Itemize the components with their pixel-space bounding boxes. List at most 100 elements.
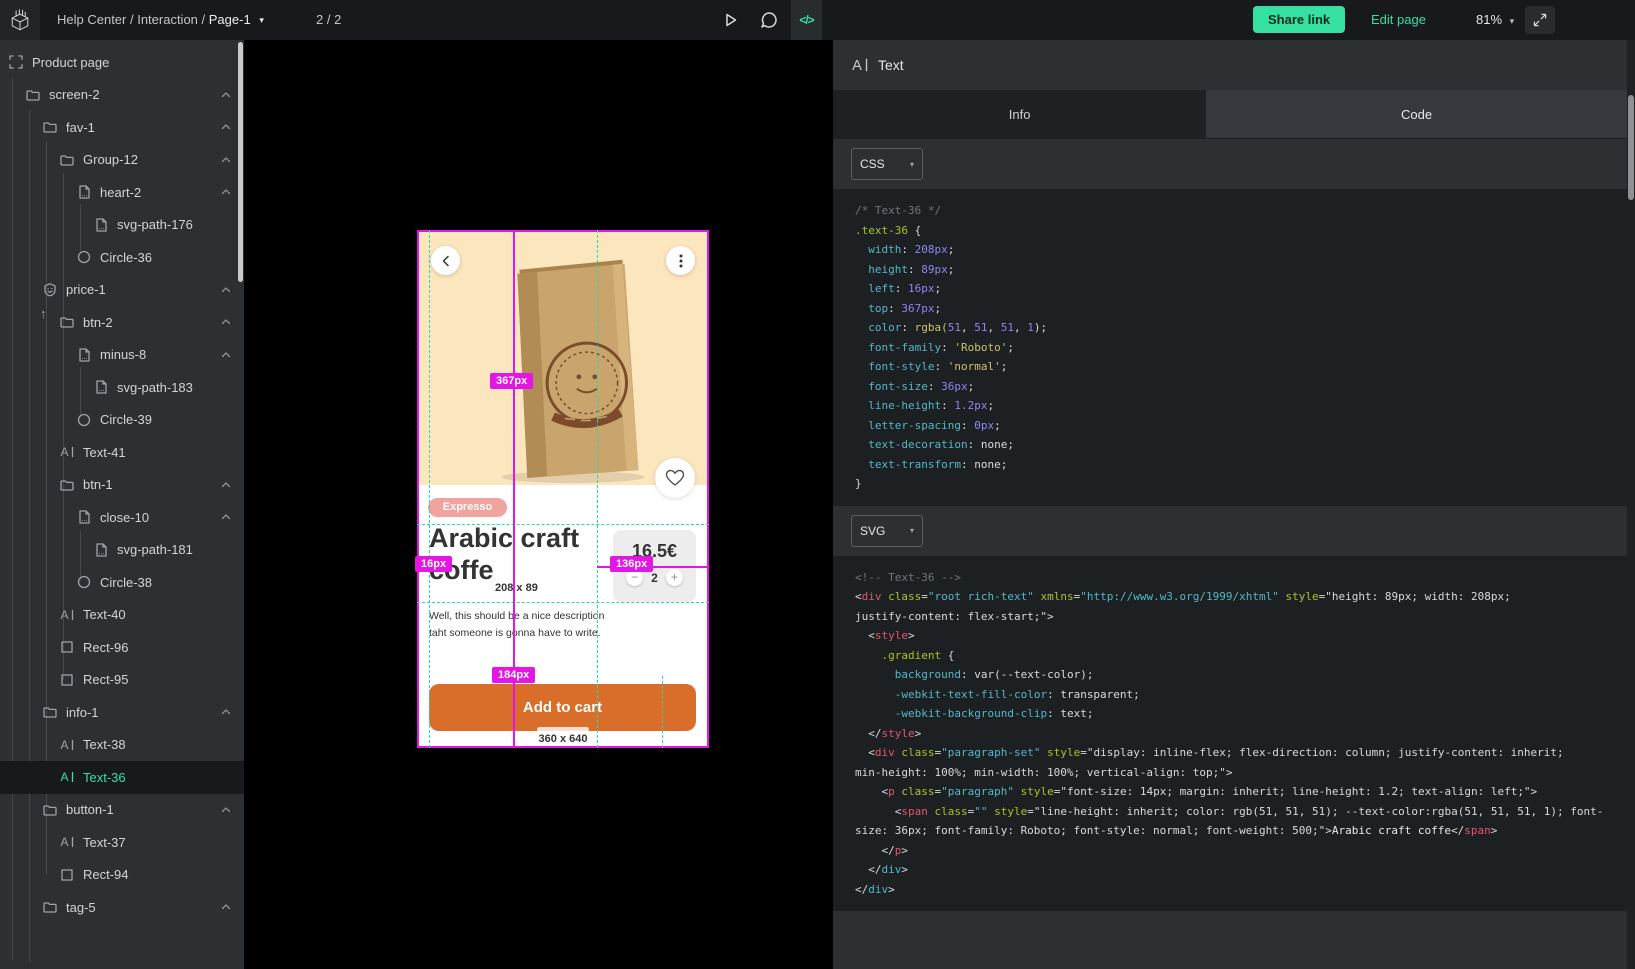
code-line: <div class="paragraph-set" style="displa… xyxy=(855,743,1627,763)
inspector-panel: A Text Info Code CSS ▾ /* Text-36 */.tex… xyxy=(833,40,1627,969)
product-image-area[interactable] xyxy=(417,230,709,485)
add-to-cart-button[interactable]: Add to cart xyxy=(429,684,696,731)
breadcrumb-current[interactable]: Page-1 xyxy=(209,12,251,27)
home-indicator xyxy=(537,727,589,732)
layer-label: svg-path-176 xyxy=(117,217,193,232)
layer-label: tag-5 xyxy=(66,900,96,915)
svg-text:A: A xyxy=(61,608,69,622)
chevron-up-icon[interactable] xyxy=(220,901,232,913)
code-line: font-style: 'normal'; xyxy=(855,357,1627,377)
layer-row-screen-2[interactable]: screen-2 xyxy=(0,79,244,112)
code-line: <div class="root rich-text" xmlns="http:… xyxy=(855,587,1627,607)
layer-label: screen-2 xyxy=(49,87,100,102)
layer-row-text-38[interactable]: AText-38 xyxy=(0,729,244,762)
code-line: line-height: 1.2px; xyxy=(855,396,1627,416)
menu-button[interactable] xyxy=(666,246,695,275)
edit-page-link[interactable]: Edit page xyxy=(1371,0,1426,40)
layer-row-btn-1[interactable]: btn-1 xyxy=(0,469,244,502)
svg-format-dropdown[interactable]: SVG ▾ xyxy=(851,515,923,547)
layer-row-circle-38[interactable]: Circle-38 xyxy=(0,566,244,599)
chevron-up-icon[interactable] xyxy=(220,89,232,101)
layer-row-tag-5[interactable]: tag-5 xyxy=(0,891,244,924)
price-panel[interactable]: 16.5€ − 2 + xyxy=(613,530,696,602)
chevron-up-icon[interactable] xyxy=(220,316,232,328)
layer-row-text-36[interactable]: A Text-36 xyxy=(0,761,244,794)
tab-info[interactable]: Info xyxy=(833,90,1206,138)
layer-label: fav-1 xyxy=(66,120,95,135)
svg-code-block[interactable]: <!-- Text-36 --><div class="root rich-te… xyxy=(833,556,1627,912)
layer-row-svg-path-183[interactable]: svg-path-183 xyxy=(0,371,244,404)
text-icon: A xyxy=(59,769,75,785)
layer-row-price-1[interactable]: price-1 xyxy=(0,274,244,307)
scrollbar-thumb[interactable] xyxy=(1628,95,1634,200)
svg-file-icon xyxy=(93,217,109,233)
svg-dropdown-value: SVG xyxy=(860,524,885,538)
code-line: color: rgba(51, 51, 51, 1); xyxy=(855,318,1627,338)
chevron-up-icon[interactable] xyxy=(220,706,232,718)
design-canvas[interactable]: Expresso Arabic craft coffe 208 x 89 16.… xyxy=(244,40,833,969)
zoom-level-value: 81% xyxy=(1476,12,1502,27)
chevron-up-icon[interactable] xyxy=(220,479,232,491)
chevron-down-icon[interactable]: ▾ xyxy=(259,15,264,25)
back-button[interactable] xyxy=(431,246,460,275)
chevron-up-icon[interactable] xyxy=(220,511,232,523)
css-code-block[interactable]: /* Text-36 */.text-36 { width: 208px; he… xyxy=(833,189,1627,506)
layer-row-info-1[interactable]: info-1 xyxy=(0,696,244,729)
layer-row-text-37[interactable]: AText-37 xyxy=(0,826,244,859)
kebab-menu-icon xyxy=(679,254,683,268)
product-description: Well, this should be a nice description … xyxy=(429,608,679,643)
tab-code[interactable]: Code xyxy=(1206,90,1627,138)
chevron-up-icon[interactable] xyxy=(220,186,232,198)
layer-label: Text-38 xyxy=(83,737,126,752)
layer-row-rect-96[interactable]: Rect-96 xyxy=(0,631,244,664)
layer-row-btn-2[interactable]: btn-2 xyxy=(0,306,244,339)
layer-row-button-1[interactable]: button-1 xyxy=(0,794,244,827)
layer-row-fav-1[interactable]: fav-1 xyxy=(0,111,244,144)
decrease-button[interactable]: − xyxy=(626,569,643,586)
layer-row-minus-8[interactable]: minus-8 xyxy=(0,339,244,372)
layer-row-circle-36[interactable]: Circle-36 xyxy=(0,241,244,274)
app-logo[interactable] xyxy=(0,0,40,40)
product-screen[interactable]: Expresso Arabic craft coffe 208 x 89 16.… xyxy=(417,230,709,748)
chevron-down-icon: ▾ xyxy=(910,526,914,535)
layer-row-text-41[interactable]: AText-41 xyxy=(0,436,244,469)
chevron-up-icon[interactable] xyxy=(220,121,232,133)
fullscreen-button[interactable] xyxy=(1525,6,1555,34)
chevron-up-icon[interactable] xyxy=(220,154,232,166)
layer-row-svg-path-181[interactable]: svg-path-181 xyxy=(0,534,244,567)
breadcrumb-prefix: Help Center / Interaction / xyxy=(57,12,205,27)
chevron-up-icon[interactable] xyxy=(220,349,232,361)
layer-row-group-12[interactable]: Group-12 xyxy=(0,144,244,177)
layer-row-heart-2[interactable]: heart-2 xyxy=(0,176,244,209)
code-view-icon[interactable]: </> xyxy=(791,0,822,40)
layer-row-product page[interactable]: Product page xyxy=(0,46,244,79)
layer-row-close-10[interactable]: close-10 xyxy=(0,501,244,534)
layer-label: btn-2 xyxy=(83,315,113,330)
product-title[interactable]: Arabic craft coffe xyxy=(429,522,605,587)
share-link-button[interactable]: Share link xyxy=(1253,6,1345,33)
sidebar-scrollbar[interactable] xyxy=(238,42,243,282)
layer-label: Text-36 xyxy=(83,770,126,785)
layer-row-rect-94[interactable]: Rect-94 xyxy=(0,859,244,892)
heart-icon xyxy=(665,469,685,487)
window-scrollbar xyxy=(1627,40,1635,969)
layer-label: Text-37 xyxy=(83,835,126,850)
layer-row-svg-path-176[interactable]: svg-path-176 xyxy=(0,209,244,242)
play-icon[interactable] xyxy=(720,10,740,30)
css-language-dropdown[interactable]: CSS ▾ xyxy=(851,148,923,180)
code-line: text-decoration: none; xyxy=(855,435,1627,455)
folder-icon xyxy=(25,87,41,103)
layer-row-text-40[interactable]: AText-40 xyxy=(0,599,244,632)
layer-row-rect-95[interactable]: Rect-95 xyxy=(0,664,244,697)
folder-icon xyxy=(42,899,58,915)
layer-label: svg-path-183 xyxy=(117,380,193,395)
zoom-level-dropdown[interactable]: 81% ▾ xyxy=(1476,0,1514,40)
comment-icon[interactable] xyxy=(759,10,779,30)
chevron-up-icon[interactable] xyxy=(220,284,232,296)
category-tag[interactable]: Expresso xyxy=(428,498,507,517)
breadcrumb[interactable]: Help Center / Interaction / Page-1 ▾ xyxy=(57,0,264,40)
chevron-up-icon[interactable] xyxy=(220,804,232,816)
favorite-button[interactable] xyxy=(655,458,695,498)
increase-button[interactable]: + xyxy=(666,569,683,586)
layer-row-circle-39[interactable]: Circle-39 xyxy=(0,404,244,437)
